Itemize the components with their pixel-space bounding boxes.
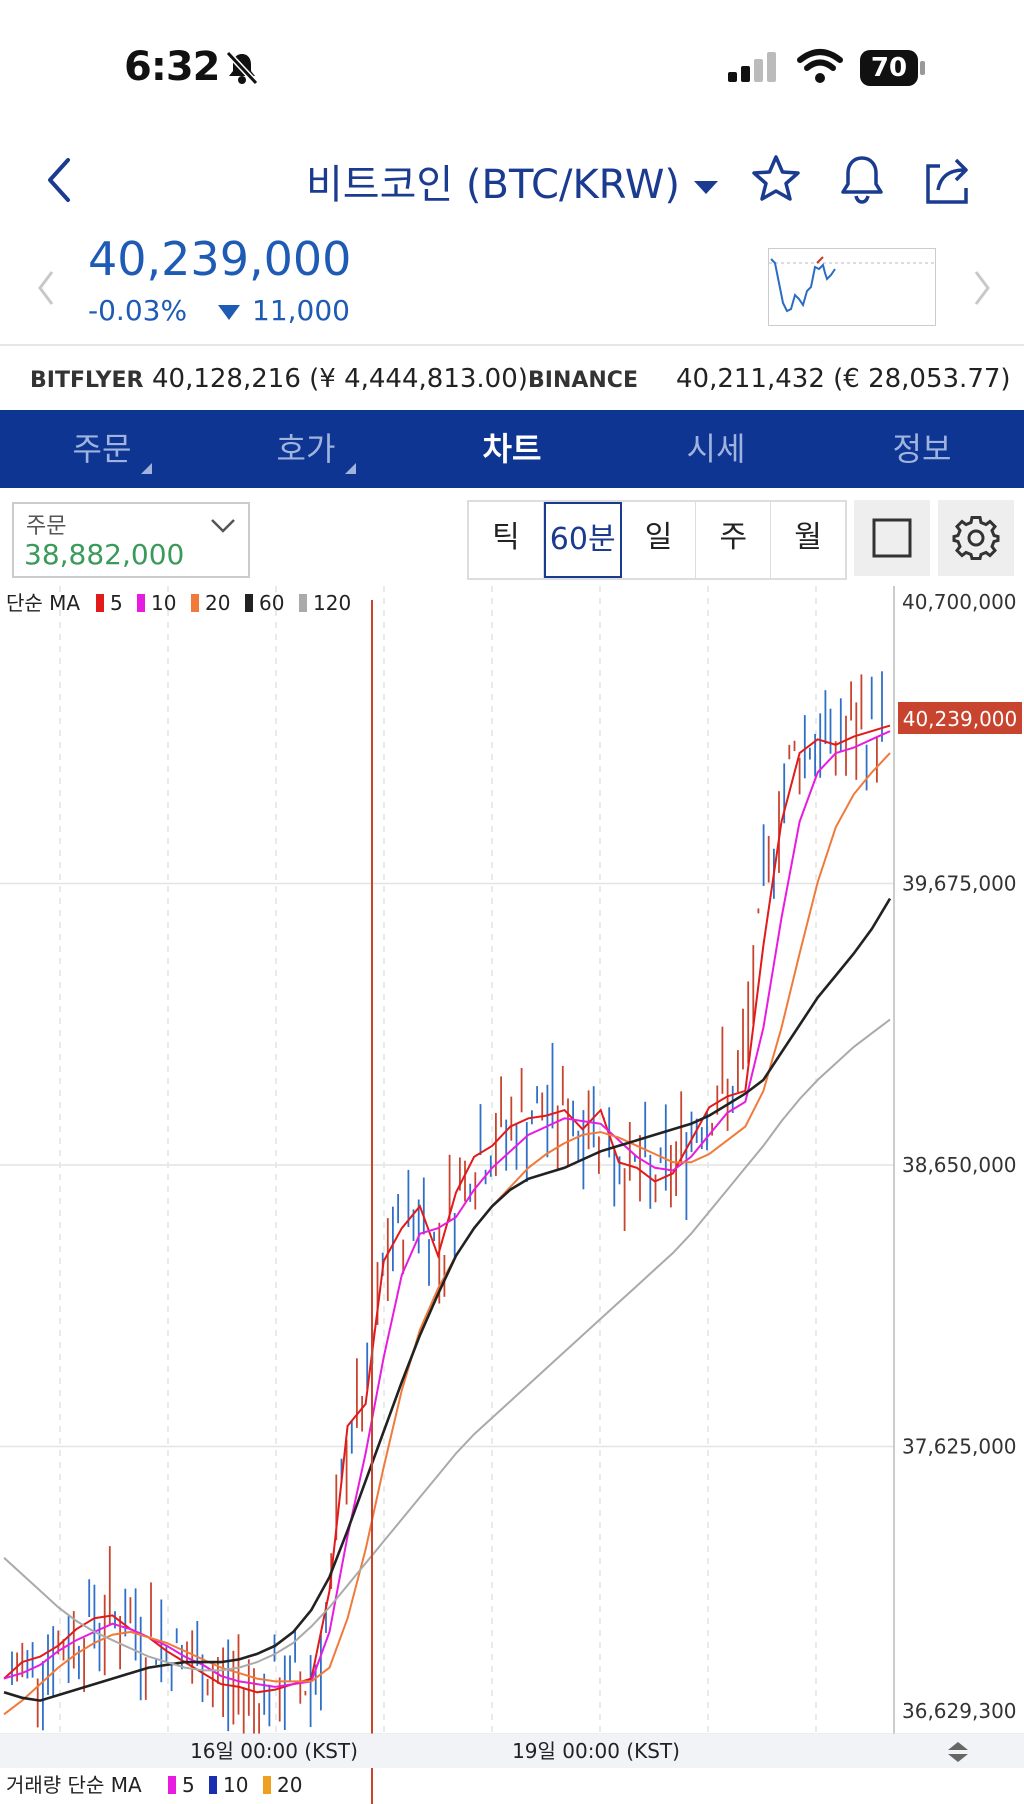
order-label: 주문 (26, 514, 67, 539)
period-selector: 틱 60분 일 주 월 (467, 500, 847, 580)
legend-label: 5 (110, 591, 123, 615)
divider (0, 344, 1024, 346)
battery-level: 70 (870, 53, 908, 83)
legend-label: 10 (151, 591, 176, 615)
drawing-tool-button[interactable] (854, 500, 930, 576)
change-amount-value: 11,000 (252, 294, 350, 327)
legend-swatch (191, 594, 199, 612)
tab-chart-label: 차트 (482, 430, 542, 468)
order-price-selector[interactable]: 주문 38,882,000 (12, 502, 250, 578)
section-tabs: 주문 호가 차트 시세 정보 (0, 410, 1024, 488)
period-day[interactable]: 일 (622, 502, 697, 578)
page-title: 비트코인 (BTC/KRW) (305, 162, 681, 208)
legend-swatch (168, 1776, 176, 1794)
period-week[interactable]: 주 (696, 502, 772, 578)
chart-settings-button[interactable] (938, 500, 1014, 576)
next-coin-arrow-icon[interactable] (970, 268, 994, 308)
ma-legend-title: 단순 MA (6, 591, 80, 615)
period-month[interactable]: 월 (771, 502, 845, 578)
tab-menu-marker-icon (345, 463, 356, 474)
y-tick-label: 36,629,300 (902, 1699, 1017, 1723)
share-icon[interactable] (918, 150, 978, 210)
volume-legend-title: 거래량 단순 MA (6, 1773, 142, 1797)
exchange-name-binance: BINANCE (528, 368, 638, 393)
legend-label: 60 (259, 591, 284, 615)
status-time: 6:32 (124, 44, 220, 90)
favorite-star-icon[interactable] (746, 150, 806, 210)
period-tick[interactable]: 틱 (469, 502, 544, 578)
tab-order-label: 주문 (72, 430, 132, 468)
current-price-tag-label: 40,239,000 (903, 707, 1018, 731)
change-percent: -0.03% (88, 294, 188, 327)
battery-icon: 70 (860, 50, 925, 86)
exchange-value-binance: 40,211,432 (€ 28,053.77) (676, 364, 1011, 394)
legend-swatch (209, 1776, 217, 1794)
y-tick-label: 37,625,000 (902, 1435, 1017, 1459)
legend-swatch (137, 594, 145, 612)
legend-label: 20 (277, 1773, 302, 1797)
gear-icon (952, 516, 1000, 560)
tab-market-price-label: 시세 (686, 430, 746, 468)
legend-swatch (245, 594, 253, 612)
mute-bell-icon (225, 50, 259, 86)
tab-order[interactable]: 주문 (22, 410, 182, 488)
legend-swatch (96, 594, 104, 612)
wifi-icon (797, 49, 843, 83)
down-triangle-icon (218, 304, 240, 320)
tab-menu-marker-icon (141, 463, 152, 474)
tab-info[interactable]: 정보 (842, 410, 1002, 488)
change-amount: 11,000 (218, 294, 350, 327)
period-60min[interactable]: 60분 (543, 502, 622, 578)
legend-swatch (263, 1776, 271, 1794)
mini-sparkline (768, 248, 936, 326)
tab-market-price[interactable]: 시세 (636, 410, 796, 488)
prev-coin-arrow-icon[interactable] (34, 268, 58, 308)
chevron-down-icon (211, 519, 235, 533)
tab-chart[interactable]: 차트 (432, 410, 592, 488)
legend-swatch (299, 594, 307, 612)
exchange-value-bitflyer: 40,128,216 (¥ 4,444,813.00) (152, 364, 528, 394)
legend-label: 20 (205, 591, 230, 615)
legend-label: 10 (223, 1773, 248, 1797)
current-price: 40,239,000 (88, 232, 352, 286)
y-tick-label: 39,675,000 (902, 872, 1017, 896)
tab-orderbook[interactable]: 호가 (226, 410, 386, 488)
order-value: 38,882,000 (24, 538, 185, 571)
legend-label: 120 (313, 591, 351, 615)
x-tick-label: 19일 00:00 (KST) (512, 1739, 680, 1763)
x-tick-label: 16일 00:00 (KST) (190, 1739, 358, 1763)
current-price-tag: 40,239,000 (898, 702, 1022, 734)
y-tick-label: 40,700,000 (902, 590, 1017, 614)
tab-orderbook-label: 호가 (276, 430, 336, 468)
y-tick-label: 38,650,000 (902, 1153, 1017, 1177)
exchange-name-bitflyer: BITFLYER (30, 368, 144, 393)
legend-label: 5 (182, 1773, 195, 1797)
dropdown-caret-icon (694, 180, 719, 194)
alarm-bell-icon[interactable] (832, 150, 892, 210)
tab-info-label: 정보 (892, 430, 952, 468)
signal-icon (728, 52, 776, 82)
price-chart[interactable]: 40,700,000 39,675,000 38,650,000 37,625,000… (0, 586, 1024, 1804)
square-icon (872, 518, 912, 558)
